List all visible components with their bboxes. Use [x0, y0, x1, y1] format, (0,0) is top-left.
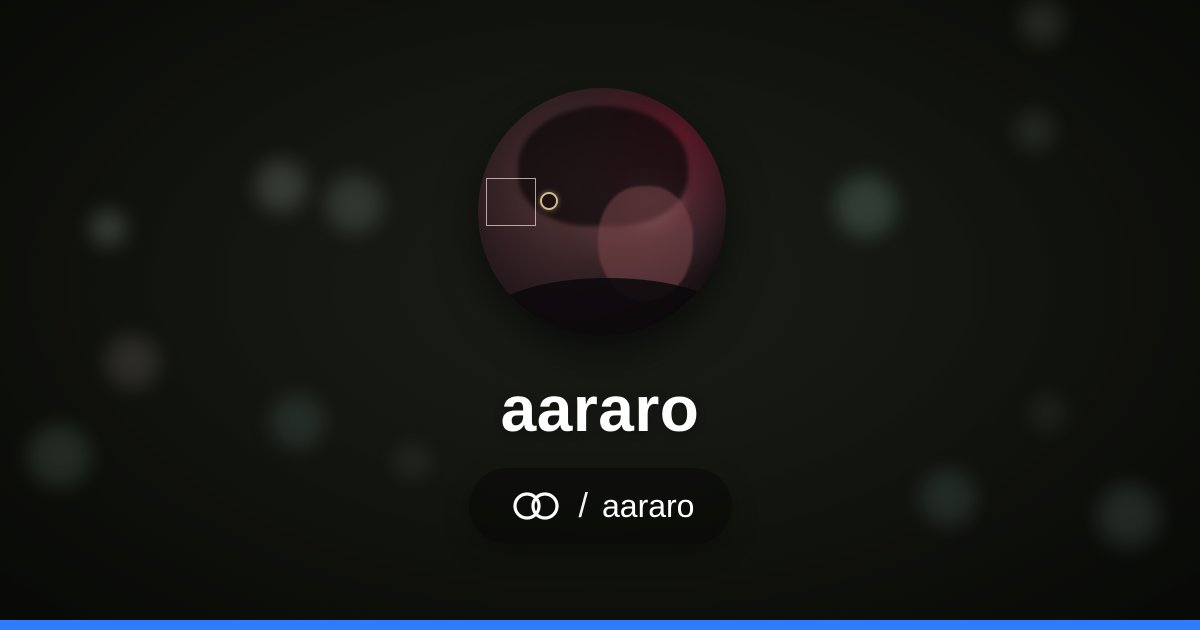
linked-rings-logo-icon [507, 488, 565, 524]
share-card: aararo / aararo [0, 0, 1200, 630]
brand-accent-bar [0, 620, 1200, 630]
profile-name: aararo [500, 373, 700, 445]
linked-rings-logo-icon-svg [512, 492, 559, 520]
avatar-shoulder [488, 278, 726, 336]
camera-frame-icon [486, 178, 536, 226]
handle-separator: / [578, 487, 588, 525]
sun-icon [540, 192, 558, 210]
profile-link-pill[interactable]: / aararo [469, 468, 732, 544]
profile-handle: aararo [601, 488, 695, 524]
avatar [478, 88, 726, 336]
